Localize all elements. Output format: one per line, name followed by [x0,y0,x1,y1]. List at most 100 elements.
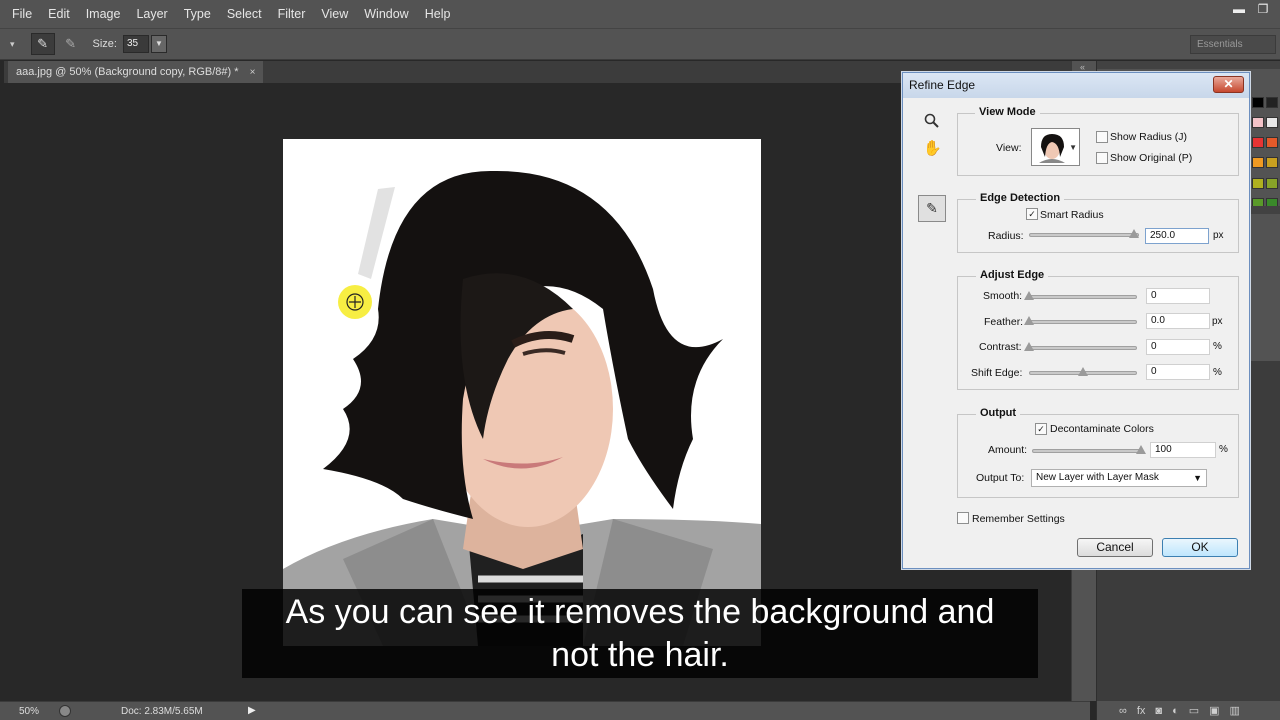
swatch[interactable] [1252,157,1264,169]
amount-slider[interactable] [1032,449,1142,453]
contrast-input[interactable]: 0 [1146,339,1210,355]
output-to-select[interactable]: New Layer with Layer Mask ▼ [1031,469,1207,487]
trash-icon[interactable]: ▥ [1230,704,1240,717]
menu-edit[interactable]: Edit [40,7,78,21]
collapse-panels-icon[interactable]: « [1080,62,1085,72]
radius-input[interactable]: 250.0 [1145,228,1209,244]
video-subtitle: As you can see it removes the background… [242,589,1038,678]
portrait-image [283,139,761,646]
layer-mask-icon[interactable]: ◙ [1155,705,1162,717]
minimize-button[interactable]: ▬ [1230,2,1248,16]
menu-select[interactable]: Select [219,7,270,21]
swatch[interactable] [1266,117,1278,129]
zoom-level[interactable]: 50% [19,706,39,717]
amount-label: Amount: [988,444,1028,456]
layer-style-icon[interactable]: fx [1137,705,1146,717]
size-input[interactable]: 35 [123,35,149,53]
window-controls: ▬ ❐ [1230,2,1272,16]
cancel-button[interactable]: Cancel [1077,538,1153,557]
view-dropdown-icon[interactable]: ▼ [1069,143,1077,152]
swatch[interactable] [1252,117,1264,129]
erase-refinements-tool-icon[interactable]: ✎ [61,33,81,55]
remember-settings-label: Remember Settings [972,513,1065,525]
close-tab-icon[interactable]: × [250,67,256,78]
size-label: Size: [92,38,117,50]
view-label: View: [996,142,1022,154]
smooth-slider[interactable] [1029,295,1137,299]
swatches-panel[interactable] [1252,97,1278,217]
swatch[interactable] [1266,177,1278,189]
feather-input[interactable]: 0.0 [1146,313,1210,329]
radius-label: Radius: [988,230,1024,242]
ok-button[interactable]: OK [1162,538,1238,557]
contrast-slider-thumb[interactable] [1024,342,1034,351]
chevron-down-icon: ▼ [1193,473,1202,483]
shift-edge-input[interactable]: 0 [1146,364,1210,380]
dialog-close-button[interactable]: ✕ [1213,76,1244,93]
swatch[interactable] [1266,97,1278,108]
view-mode-title: View Mode [975,106,1040,118]
document-size: Doc: 2.83M/5.65M [121,706,203,717]
zoom-tool-icon[interactable] [924,113,940,133]
layers-panel-footer: ∞ fx ◙ ◐ ▭ ▣ ▥ [1097,701,1280,720]
smooth-label: Smooth: [983,290,1023,302]
view-thumbnail [1035,131,1069,163]
refine-radius-tool-icon[interactable]: ✎ [30,33,55,55]
panel-header [1097,61,1280,69]
swatch[interactable] [1266,157,1278,169]
menu-help[interactable]: Help [417,7,459,21]
show-radius-label: Show Radius (J) [1110,131,1188,143]
dialog-titlebar[interactable]: Refine Edge ✕ [903,73,1249,98]
smooth-input[interactable]: 0 [1146,288,1210,304]
menu-image[interactable]: Image [78,7,129,21]
amount-slider-thumb[interactable] [1136,445,1146,454]
link-layers-icon[interactable]: ∞ [1119,705,1127,717]
canvas-image[interactable] [283,139,761,646]
feather-slider[interactable] [1029,320,1137,324]
smart-radius-checkbox[interactable]: ✓ [1026,208,1038,220]
edge-detection-title: Edge Detection [976,192,1065,204]
hand-tool-icon[interactable]: ✋ [923,139,942,157]
shift-edge-slider-thumb[interactable] [1078,367,1088,376]
status-arrow-icon[interactable]: ▶ [248,705,256,716]
feather-unit: px [1212,316,1223,327]
refine-radius-tool-button[interactable]: ✎ [918,195,946,222]
view-mode-selector[interactable]: ▼ [1031,128,1080,166]
menu-type[interactable]: Type [176,7,219,21]
show-original-checkbox[interactable] [1096,152,1108,164]
size-dropdown-icon[interactable]: ▼ [151,35,167,53]
swatch[interactable] [1252,177,1264,189]
new-layer-icon[interactable]: ▣ [1209,704,1219,717]
adjustment-layer-icon[interactable]: ◐ [1172,705,1179,717]
swatch[interactable] [1252,97,1264,108]
menu-layer[interactable]: Layer [128,7,175,21]
decontaminate-colors-label: Decontaminate Colors [1050,423,1154,435]
restore-button[interactable]: ❐ [1254,2,1272,16]
tool-preset-dropdown-icon[interactable]: ▾ [10,39,15,50]
output-to-value: New Layer with Layer Mask [1036,472,1159,483]
radius-slider-thumb[interactable] [1129,229,1139,238]
menu-file[interactable]: File [4,7,40,21]
swatch[interactable] [1266,137,1278,149]
menu-view[interactable]: View [313,7,356,21]
group-folder-icon[interactable]: ▭ [1189,704,1199,717]
feather-slider-thumb[interactable] [1024,316,1034,325]
decontaminate-colors-checkbox[interactable]: ✓ [1035,423,1047,435]
swatch[interactable] [1252,137,1264,149]
status-menu-icon[interactable] [59,705,71,717]
show-radius-checkbox[interactable] [1096,131,1108,143]
workspace-switcher[interactable]: Essentials [1190,35,1276,54]
amount-unit: % [1219,444,1228,455]
amount-input[interactable]: 100 [1150,442,1216,458]
menu-window[interactable]: Window [356,7,416,21]
contrast-label: Contrast: [979,341,1022,353]
output-title: Output [976,407,1021,419]
smooth-slider-thumb[interactable] [1024,291,1034,300]
document-tab[interactable]: aaa.jpg @ 50% (Background copy, RGB/8#) … [8,61,264,83]
shift-edge-unit: % [1213,367,1222,378]
radius-slider[interactable] [1029,233,1139,237]
remember-settings-checkbox[interactable] [957,512,969,524]
output-to-label: Output To: [976,472,1025,484]
menu-filter[interactable]: Filter [270,7,314,21]
contrast-slider[interactable] [1029,346,1137,350]
